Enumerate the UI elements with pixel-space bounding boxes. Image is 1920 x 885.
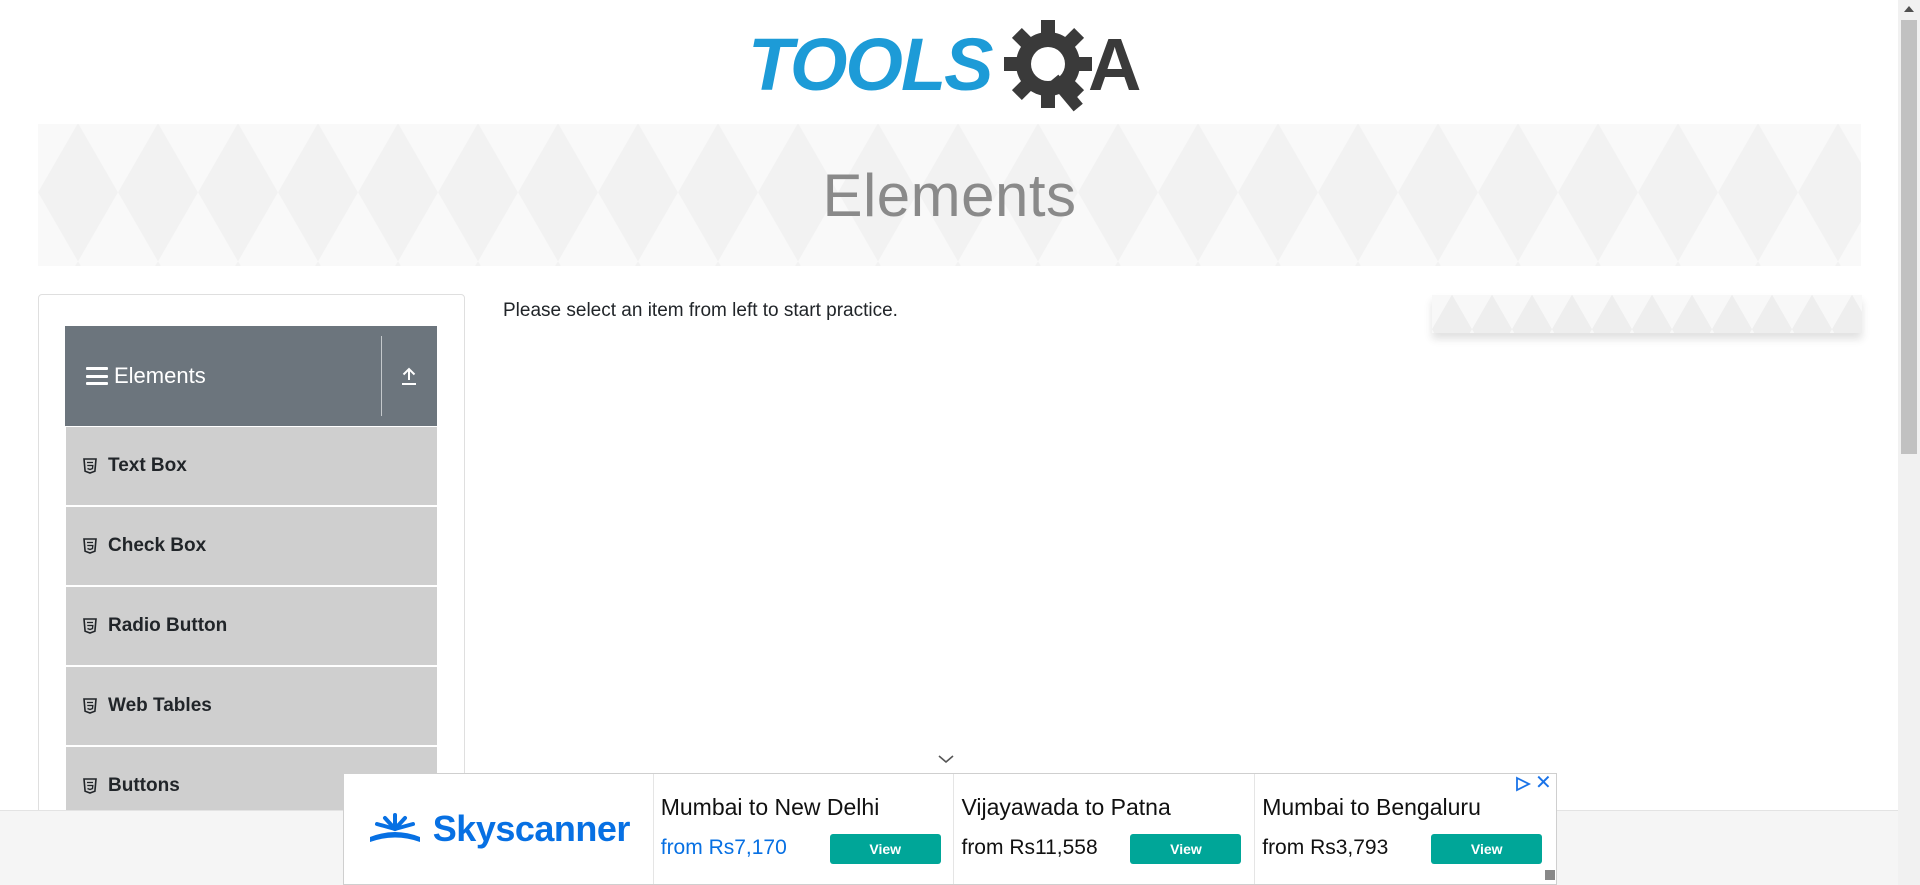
sidebar-group-title: Elements: [114, 363, 206, 388]
ad-view-button[interactable]: View: [1130, 834, 1242, 864]
ad-brand-name: Skyscanner: [432, 808, 631, 849]
ad-card[interactable]: Vijayawada to Patna from Rs11,558 View: [954, 774, 1256, 884]
ad-view-button[interactable]: View: [1431, 834, 1543, 864]
html5-icon: [83, 458, 97, 474]
sidebar-item-label: Radio Button: [108, 615, 228, 636]
hamburger-icon: [86, 367, 108, 385]
bottom-ad-banner[interactable]: Skyscanner Mumbai to New Delhi from Rs7,…: [343, 773, 1557, 885]
ad-price: from Rs11,558: [961, 836, 1098, 859]
collapse-up-icon[interactable]: [397, 364, 421, 388]
scroll-up-arrow-icon[interactable]: [1904, 6, 1914, 12]
ad-route: Mumbai to Bengaluru: [1262, 794, 1481, 820]
html5-icon: [83, 538, 97, 554]
toolsqa-logo[interactable]: TOOLS A: [748, 18, 1153, 114]
ad-price: from Rs3,793: [1262, 836, 1389, 859]
sidebar-item-check-box[interactable]: Check Box: [65, 506, 437, 586]
sidebar-menu-list: Text Box Check Box Radio Button Web Tabl…: [65, 426, 437, 826]
ad-corner-marker: [1545, 870, 1555, 880]
ad-card[interactable]: Mumbai to New Delhi from Rs7,170 View: [654, 774, 955, 884]
sidebar-item-text-box[interactable]: Text Box: [65, 426, 437, 506]
page-title: Elements: [822, 161, 1077, 229]
html5-icon: [83, 698, 97, 714]
logo-graphic: TOOLS A: [748, 20, 1141, 112]
page-scrollbar[interactable]: [1898, 0, 1920, 885]
ad-brand-logo[interactable]: Skyscanner: [344, 774, 654, 884]
sidebar-item-label: Text Box: [108, 455, 187, 476]
logo-text-a: A: [1088, 23, 1141, 106]
page-banner: Elements: [38, 124, 1861, 266]
chevron-down-icon[interactable]: [937, 752, 955, 766]
group-divider: [381, 336, 382, 416]
practice-instruction: Please select an item from left to start…: [503, 300, 898, 321]
sidebar-item-radio-button[interactable]: Radio Button: [65, 586, 437, 666]
html5-icon: [83, 618, 97, 634]
ad-card[interactable]: Mumbai to Bengaluru from Rs3,793 View: [1255, 774, 1556, 884]
gear-magnifier-icon: [1004, 20, 1092, 112]
logo-text-tools: TOOLS: [748, 23, 993, 106]
close-icon[interactable]: ✕: [1535, 773, 1552, 793]
sidebar-item-label: Buttons: [108, 775, 180, 796]
adchoices-icon[interactable]: [1514, 776, 1532, 792]
ad-route: Vijayawada to Patna: [961, 794, 1171, 820]
scroll-thumb[interactable]: [1901, 20, 1917, 454]
ad-route: Mumbai to New Delhi: [660, 794, 880, 820]
right-ad-placeholder: [1432, 295, 1862, 333]
ad-view-button[interactable]: View: [829, 834, 941, 864]
sidebar-item-web-tables[interactable]: Web Tables: [65, 666, 437, 746]
html5-icon: [83, 778, 97, 794]
sidebar-item-label: Check Box: [108, 535, 207, 556]
ad-price: from Rs7,170: [660, 836, 787, 859]
sidebar-group-header-elements[interactable]: Elements: [65, 326, 437, 426]
sidebar-item-label: Web Tables: [108, 695, 212, 716]
skyscanner-sunrise-icon: [369, 813, 420, 842]
